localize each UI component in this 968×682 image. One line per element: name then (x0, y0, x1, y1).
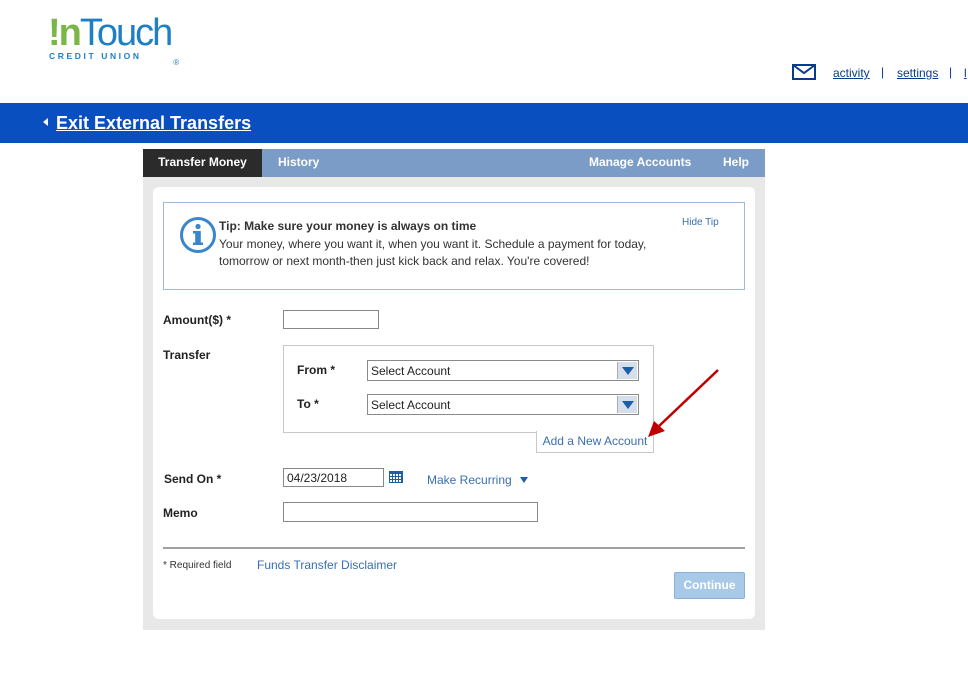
activity-link[interactable]: activity (833, 66, 870, 80)
amount-label: Amount($) * (163, 313, 231, 327)
add-new-account-link[interactable]: Add a New Account (536, 431, 654, 453)
tab-help[interactable]: Help (723, 149, 749, 177)
make-recurring-link[interactable]: Make Recurring (427, 473, 512, 487)
link-separator: | (881, 65, 885, 79)
intouch-logo[interactable]: !nTouch® CREDIT UNION (48, 12, 188, 67)
mail-icon[interactable] (792, 64, 816, 80)
logo-wordmark: !nTouch® (48, 12, 179, 67)
funds-transfer-disclaimer-link[interactable]: Funds Transfer Disclaimer (257, 558, 397, 572)
form-divider (163, 547, 745, 549)
to-label: To * (297, 397, 319, 411)
tab-history[interactable]: History (278, 149, 319, 177)
tip-box: Tip: Make sure your money is always on t… (163, 202, 745, 290)
memo-label: Memo (163, 506, 198, 520)
info-icon (180, 217, 216, 253)
dropdown-arrow-icon[interactable] (617, 362, 637, 379)
chevron-down-icon[interactable] (520, 477, 528, 483)
transfer-accounts-box: From * Select Account To * Select Accoun… (283, 345, 654, 433)
amount-input[interactable] (283, 310, 379, 329)
from-account-select[interactable]: Select Account (367, 360, 639, 381)
tab-manage-accounts[interactable]: Manage Accounts (589, 149, 691, 177)
calendar-icon[interactable] (389, 471, 403, 483)
to-account-value: Select Account (371, 398, 451, 412)
memo-input[interactable] (283, 502, 538, 522)
logout-link[interactable]: l (964, 66, 967, 80)
exit-nav-bar: Exit External Transfers (0, 103, 968, 143)
send-on-label: Send On * (164, 472, 222, 486)
tab-bar: Transfer Money History Manage Accounts H… (143, 149, 765, 177)
required-field-note: * Required field (163, 560, 232, 571)
exit-external-transfers-link[interactable]: Exit External Transfers (56, 113, 251, 134)
settings-link[interactable]: settings (897, 66, 938, 80)
hide-tip-link[interactable]: Hide Tip (682, 217, 719, 228)
from-label: From * (297, 363, 336, 377)
continue-button[interactable]: Continue (674, 572, 745, 599)
annotation-arrow-icon (648, 369, 719, 437)
tip-title: Tip: Make sure your money is always on t… (219, 219, 477, 233)
transfer-label: Transfer (163, 348, 211, 362)
dropdown-arrow-icon[interactable] (617, 396, 637, 413)
logo-subtitle: CREDIT UNION (49, 51, 142, 61)
tab-transfer-money[interactable]: Transfer Money (143, 149, 262, 177)
back-caret-icon (43, 118, 48, 126)
to-account-select[interactable]: Select Account (367, 394, 639, 415)
link-separator: | (949, 65, 953, 79)
from-account-value: Select Account (371, 364, 451, 378)
send-on-date-input[interactable] (283, 468, 384, 487)
tip-text: Your money, where you want it, when you … (219, 237, 647, 268)
